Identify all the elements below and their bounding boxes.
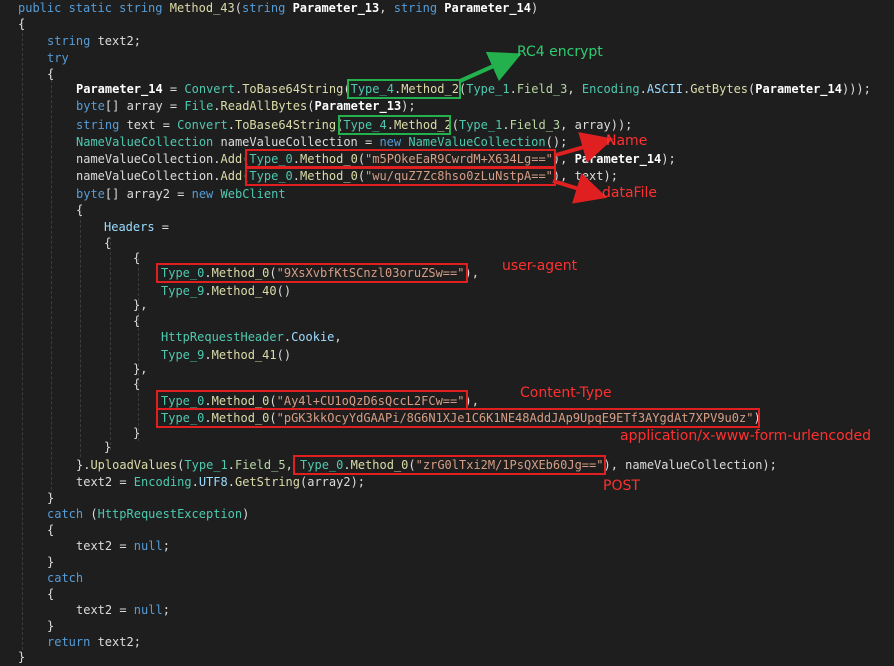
annotation-post: POST	[603, 478, 640, 494]
annotation-contenttype: Content-Type	[520, 385, 612, 401]
code-editor: { "editor": { "line_signature": ["public…	[0, 0, 894, 664]
arrow-rc4	[459, 51, 522, 83]
annotation-datafile: dataFile	[602, 185, 657, 201]
annotation-useragent: user-agent	[502, 258, 578, 274]
annotation-name: Name	[606, 133, 648, 149]
annotation-arrows	[459, 51, 614, 204]
annotation-formurl: application/x-www-form-urlencoded	[620, 428, 872, 444]
arrow-datafile	[552, 173, 608, 204]
annotation-rc4: RC4 encrypt	[517, 44, 603, 60]
arrow-name	[555, 132, 614, 163]
